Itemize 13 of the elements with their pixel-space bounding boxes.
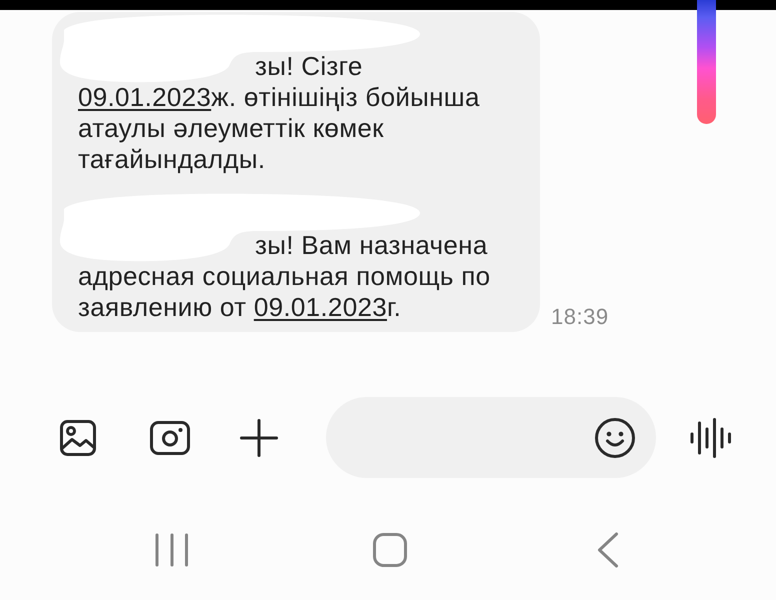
message-text: зы! Сізге 09.01.2023ж. өтінішіңіз бойынша атаулы әлеуметтік көмек тағайындалды.	[78, 51, 481, 175]
back-icon[interactable]	[597, 532, 619, 568]
date-link[interactable]: 09.01.2023	[254, 292, 387, 322]
plus-icon[interactable]	[240, 418, 278, 456]
message-text: зы! Вам назначена адресная социальная помощь по заявлению от 09.01.2023г.	[78, 230, 492, 323]
gallery-icon[interactable]	[60, 420, 96, 456]
camera-icon[interactable]	[150, 420, 190, 454]
voice-waveform-icon[interactable]	[690, 418, 732, 458]
emoji-icon[interactable]	[595, 418, 635, 458]
date-link[interactable]: 09.01.2023	[78, 82, 212, 112]
recent-apps-icon[interactable]	[155, 533, 189, 567]
home-icon[interactable]	[373, 533, 407, 567]
message-time: 18:39	[551, 304, 609, 330]
